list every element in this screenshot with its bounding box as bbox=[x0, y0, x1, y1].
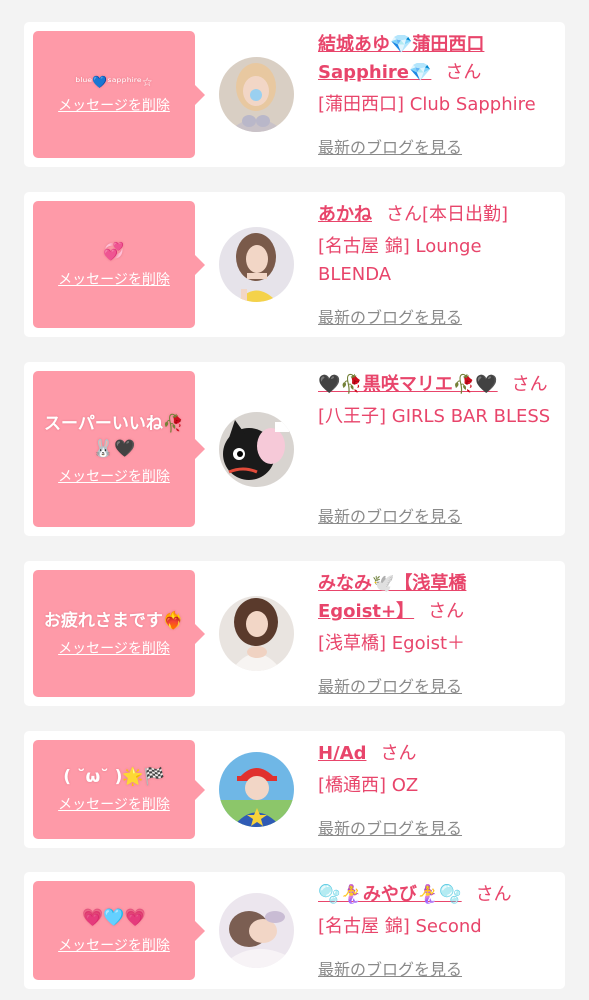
costume-photo-icon bbox=[219, 752, 294, 827]
message-card: ( ˘ω˘ )🌟🏁 メッセージを削除 H/Ad さん [橋通西] OZ 最新のブロ… bbox=[24, 731, 565, 848]
honorific: さん bbox=[380, 743, 417, 764]
cast-info: みなみ🕊️【浅草橋Egoist+】 さん [浅草橋] Egoist＋ bbox=[318, 570, 553, 658]
message-card: ᵇˡᵘᵉ💙ˢᵃᵖᵖʰⁱʳᵉ☆ メッセージを削除 結城あゆ💎蒲田西口Sapphir… bbox=[24, 22, 565, 167]
cast-info: 🫧🧜‍♀️みやび🧜‍♀️🫧 さん [名古屋 錦] Second bbox=[318, 881, 553, 941]
latest-blog-link[interactable]: 最新のブログを見る bbox=[318, 956, 462, 980]
cast-name-link[interactable]: 🖤🥀黒咲マリエ🥀🖤 bbox=[318, 374, 498, 395]
message-text: 💞 bbox=[103, 242, 125, 263]
message-card: スーパーいいね🥀🐰🖤 メッセージを削除 🖤🥀黒咲マリエ🥀🖤 さん [八王子] GI… bbox=[24, 362, 565, 536]
honorific: さん bbox=[386, 204, 422, 225]
latest-blog-link[interactable]: 最新のブログを見る bbox=[318, 134, 462, 158]
message-text: お疲れさまです❤️‍🔥 bbox=[43, 611, 185, 632]
delete-message-link[interactable]: メッセージを削除 bbox=[58, 935, 170, 955]
avatar[interactable] bbox=[219, 412, 294, 487]
message-bubble: ( ˘ω˘ )🌟🏁 メッセージを削除 bbox=[33, 740, 205, 839]
woman-photo-icon bbox=[219, 596, 294, 671]
honorific: さん bbox=[475, 884, 512, 905]
latest-blog-link[interactable]: 最新のブログを見る bbox=[318, 304, 462, 328]
avatar[interactable] bbox=[219, 752, 294, 827]
cast-name-link[interactable]: あかね bbox=[318, 204, 372, 225]
shop-name: [橋通西] OZ bbox=[318, 775, 419, 796]
cast-info: H/Ad さん [橋通西] OZ bbox=[318, 740, 553, 800]
cast-name-link[interactable]: H/Ad bbox=[318, 743, 366, 764]
latest-blog-link[interactable]: 最新のブログを見る bbox=[318, 503, 462, 527]
message-bubble: 💗🩵💗 メッセージを削除 bbox=[33, 881, 205, 980]
delete-message-link[interactable]: メッセージを削除 bbox=[58, 638, 170, 658]
latest-blog-link[interactable]: 最新のブログを見る bbox=[318, 815, 462, 839]
avatar[interactable] bbox=[219, 227, 294, 302]
cast-name-link[interactable]: 🫧🧜‍♀️みやび🧜‍♀️🫧 bbox=[318, 884, 462, 905]
message-bubble: お疲れさまです❤️‍🔥 メッセージを削除 bbox=[33, 570, 205, 697]
latest-blog-link[interactable]: 最新のブログを見る bbox=[318, 673, 462, 697]
shop-name: [浅草橋] Egoist＋ bbox=[318, 633, 466, 654]
message-bubble: ᵇˡᵘᵉ💙ˢᵃᵖᵖʰⁱʳᵉ☆ メッセージを削除 bbox=[33, 31, 205, 158]
message-card: お疲れさまです❤️‍🔥 メッセージを削除 みなみ🕊️【浅草橋Egoist+】 さん… bbox=[24, 561, 565, 706]
avatar[interactable] bbox=[219, 596, 294, 671]
cast-info: 結城あゆ💎蒲田西口Sapphire💎 さん [蒲田西口] Club Sapphir… bbox=[318, 31, 553, 119]
message-bubble: 💞 メッセージを削除 bbox=[33, 201, 205, 328]
shop-name: [蒲田西口] Club Sapphire bbox=[318, 94, 536, 115]
message-text: ( ˘ω˘ )🌟🏁 bbox=[63, 767, 165, 788]
name-row: みなみ🕊️【浅草橋Egoist+】 さん bbox=[318, 570, 553, 626]
honorific: さん bbox=[445, 62, 482, 83]
shop-name: [名古屋 錦] Second bbox=[318, 916, 482, 937]
name-row: あかね さん[本日出勤] bbox=[318, 201, 553, 229]
shop-name: [名古屋 錦] Lounge BLENDA bbox=[318, 236, 482, 285]
message-bubble: スーパーいいね🥀🐰🖤 メッセージを削除 bbox=[33, 371, 205, 527]
message-text: 💗🩵💗 bbox=[82, 908, 146, 929]
honorific: さん bbox=[511, 374, 548, 395]
message-text: スーパーいいね🥀🐰🖤 bbox=[44, 414, 184, 459]
delete-message-link[interactable]: メッセージを削除 bbox=[58, 95, 170, 115]
woman-photo-icon bbox=[219, 227, 294, 302]
name-row: 🫧🧜‍♀️みやび🧜‍♀️🫧 さん bbox=[318, 881, 553, 909]
message-text: ᵇˡᵘᵉ💙ˢᵃᵖᵖʰⁱʳᵉ☆ bbox=[75, 74, 153, 89]
cat-photo-icon bbox=[219, 412, 294, 487]
message-card: 💞 メッセージを削除 あかね さん[本日出勤] [名古屋 錦] Lounge BL… bbox=[24, 192, 565, 337]
cast-info: あかね さん[本日出勤] [名古屋 錦] Lounge BLENDA bbox=[318, 201, 553, 289]
name-row: H/Ad さん bbox=[318, 740, 553, 768]
cast-info: 🖤🥀黒咲マリエ🥀🖤 さん [八王子] GIRLS BAR BLESS bbox=[318, 371, 553, 431]
avatar[interactable] bbox=[219, 893, 294, 968]
status-suffix: [本日出勤] bbox=[422, 204, 509, 225]
woman-photo-icon bbox=[219, 57, 294, 132]
name-row: 🖤🥀黒咲マリエ🥀🖤 さん bbox=[318, 371, 553, 399]
message-card: 💗🩵💗 メッセージを削除 🫧🧜‍♀️みやび🧜‍♀️🫧 さん [名古屋 錦] Sec… bbox=[24, 872, 565, 989]
name-row: 結城あゆ💎蒲田西口Sapphire💎 さん bbox=[318, 31, 553, 87]
delete-message-link[interactable]: メッセージを削除 bbox=[58, 466, 170, 486]
avatar[interactable] bbox=[219, 57, 294, 132]
woman-photo-icon bbox=[219, 893, 294, 968]
delete-message-link[interactable]: メッセージを削除 bbox=[58, 794, 170, 814]
delete-message-link[interactable]: メッセージを削除 bbox=[58, 269, 170, 289]
honorific: さん bbox=[428, 601, 465, 622]
shop-name: [八王子] GIRLS BAR BLESS bbox=[318, 406, 551, 427]
